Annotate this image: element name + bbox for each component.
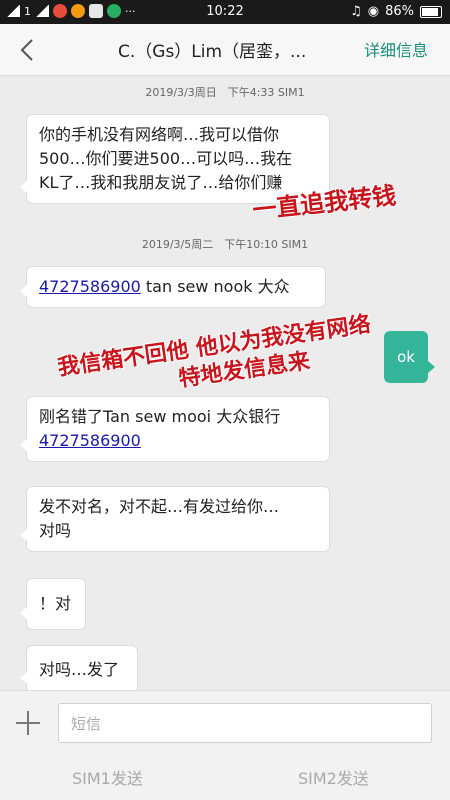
incoming-message[interactable]: 刚名错了Tan sew mooi 大众银行 4727586900: [20, 396, 330, 462]
outgoing-message[interactable]: ok: [384, 331, 435, 383]
mute-icon: ♫: [350, 4, 362, 19]
message-line: 500…你们要进500…可以吗…我在: [39, 149, 293, 168]
details-button[interactable]: 详细信息: [364, 37, 428, 61]
message-line: 发不对名，对不起…有发过给你…: [39, 497, 280, 516]
composer-bar: 短信 SIM1发送 SIM2发送: [0, 690, 450, 800]
message-text: 对吗…发了: [39, 660, 120, 679]
battery-percent: 86%: [385, 4, 414, 19]
incoming-message[interactable]: 4727586900 tan sew nook 大众: [20, 266, 326, 308]
incoming-message[interactable]: ！对: [20, 578, 86, 630]
battery-icon: [420, 5, 442, 18]
message-line: 刚名错了Tan sew mooi 大众银行: [39, 407, 281, 426]
message-text: tan sew nook 大众: [140, 277, 290, 296]
back-arrow-icon[interactable]: [14, 36, 42, 64]
incoming-message[interactable]: 发不对名，对不起…有发过给你… 对吗: [20, 486, 330, 552]
account-number-link[interactable]: 4727586900: [39, 277, 141, 296]
incoming-message[interactable]: 对吗…发了: [20, 645, 138, 695]
plus-icon[interactable]: [14, 709, 42, 737]
message-text: ！对: [39, 594, 72, 613]
timestamp: 2019/3/5周二 下午10:10 SIM1: [141, 238, 309, 251]
status-bar: 1 ··· 10:22 ♫ ◉ 86%: [0, 0, 450, 24]
message-input[interactable]: 短信: [58, 703, 432, 743]
contact-title: C.（Gs）Lim（居銮，...: [118, 42, 307, 62]
sim2-send-button[interactable]: SIM2发送: [298, 765, 369, 789]
timestamp: 2019/3/3周日 下午4:33 SIM1: [145, 86, 305, 99]
sim1-send-button[interactable]: SIM1发送: [72, 765, 143, 789]
conversation-header: C.（Gs）Lim（居銮，... 详细信息: [0, 24, 450, 76]
eye-icon: ◉: [367, 4, 380, 19]
status-icons-right: ♫ ◉ 86%: [350, 4, 442, 19]
message-line: 你的手机没有网络啊…我可以借你: [39, 125, 280, 144]
account-number-link[interactable]: 4727586900: [39, 431, 141, 450]
message-text: ok: [397, 348, 415, 366]
message-line: 对吗: [39, 521, 72, 540]
